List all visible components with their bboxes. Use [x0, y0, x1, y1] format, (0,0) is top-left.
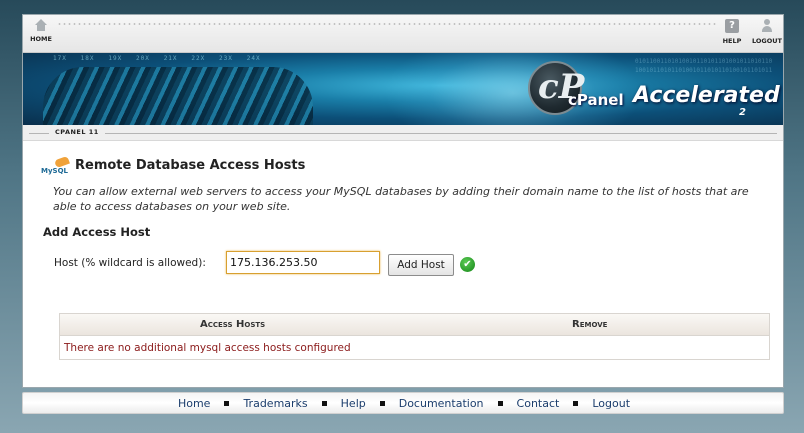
main-frame: HOME ? HELP LOGOUT 17X 18X 19X 20X 21X 2… [22, 14, 784, 388]
banner-cables-image [43, 67, 313, 125]
version-strip: CPANEL 11 [23, 125, 783, 141]
logout-button[interactable]: LOGOUT [747, 19, 787, 49]
empty-hosts-message: There are no additional mysql access hos… [64, 342, 351, 354]
mysql-icon: MySQL [41, 155, 71, 178]
banner-binary-text: 17X 18X 19X 20X 21X 22X 23X 24X [53, 55, 261, 62]
host-input[interactable] [226, 251, 380, 274]
home-button[interactable]: HOME [21, 19, 61, 49]
column-access-hosts: Access Hosts [200, 319, 266, 330]
footer-separator [497, 400, 503, 406]
footer-link-help[interactable]: Help [341, 397, 366, 410]
footer-link-trademarks[interactable]: Trademarks [243, 397, 307, 410]
add-host-heading: Add Access Host [43, 225, 151, 239]
banner-binary-pattern: 0101100110101001011010110100101101011010… [635, 58, 773, 74]
help-icon: ? [725, 19, 739, 33]
user-icon [760, 19, 774, 33]
mysql-icon-text: MySQL [41, 167, 68, 175]
table-header: Access Hosts Remove [60, 314, 769, 336]
home-label: HOME [30, 35, 52, 43]
version-label: CPANEL 11 [49, 128, 105, 136]
help-label: HELP [722, 37, 742, 45]
footer-link-documentation[interactable]: Documentation [399, 397, 484, 410]
footer: Home Trademarks Help Documentation Contact Lo… [22, 392, 784, 414]
footer-link-contact[interactable]: Contact [517, 397, 560, 410]
brand-version: 2 [739, 107, 746, 118]
access-hosts-table: Access Hosts Remove There are no additio… [59, 313, 770, 360]
column-remove: Remove [572, 319, 608, 330]
logout-label: LOGOUT [751, 37, 782, 45]
footer-separator [321, 400, 327, 406]
toolbar-dots [57, 23, 717, 25]
strip-divider [29, 133, 777, 134]
banner-glow [383, 53, 643, 125]
footer-separator [379, 400, 385, 406]
footer-separator [224, 400, 230, 406]
home-icon [35, 19, 47, 31]
footer-links: Home Trademarks Help Documentation Contact Lo… [23, 397, 785, 410]
add-host-button[interactable]: Add Host [388, 254, 454, 276]
check-icon: ✔ [460, 257, 475, 272]
brand-cpanel: cPanel [568, 91, 624, 109]
host-label: Host (% wildcard is allowed): [54, 257, 206, 269]
page-description: You can allow external web servers to ac… [53, 185, 749, 213]
footer-separator [573, 400, 579, 406]
page-title: Remote Database Access Hosts [75, 158, 306, 173]
footer-link-home[interactable]: Home [178, 397, 210, 410]
cpanel-banner: 17X 18X 19X 20X 21X 22X 23X 24X 01011001… [23, 53, 783, 125]
help-button[interactable]: ? HELP [712, 19, 752, 49]
brand-accelerated: Accelerated [633, 83, 780, 108]
top-toolbar: HOME ? HELP LOGOUT [23, 15, 783, 53]
footer-link-logout[interactable]: Logout [592, 397, 630, 410]
